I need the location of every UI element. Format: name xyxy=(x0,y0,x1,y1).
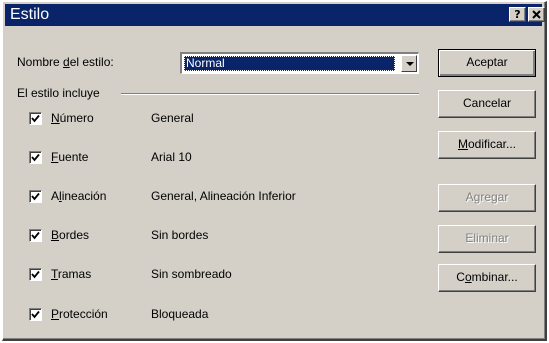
close-icon xyxy=(532,10,541,19)
value-proteccion: Bloqueada xyxy=(151,307,209,321)
close-button[interactable] xyxy=(528,7,545,22)
style-name-label: Nombre del estilo: xyxy=(17,55,114,69)
title-bar: Estilo ? xyxy=(5,4,545,26)
value-tramas: Sin sombreado xyxy=(151,267,232,281)
label-alineacion[interactable]: Alineación xyxy=(51,189,106,203)
label-fuente[interactable]: Fuente xyxy=(51,150,88,164)
value-numero: General xyxy=(151,111,194,125)
value-bordes: Sin bordes xyxy=(151,228,209,242)
checkmark-icon xyxy=(31,192,40,201)
checkmark-icon xyxy=(31,270,40,279)
checkbox-proteccion[interactable] xyxy=(29,308,42,321)
label-proteccion[interactable]: Protección xyxy=(51,307,108,321)
checkmark-icon xyxy=(31,310,40,319)
value-alineacion: General, Alineación Inferior xyxy=(151,189,296,203)
style-name-value[interactable]: Normal xyxy=(184,56,395,71)
checkmark-icon xyxy=(31,114,40,123)
includes-group-label: El estilo incluye xyxy=(17,86,100,100)
label-bordes[interactable]: Bordes xyxy=(51,228,89,242)
group-divider xyxy=(121,93,419,95)
chevron-down-icon[interactable] xyxy=(401,55,417,72)
delete-button[interactable]: Eliminar xyxy=(438,225,536,253)
merge-button[interactable]: Combinar... xyxy=(438,264,536,292)
value-fuente: Arial 10 xyxy=(151,150,192,164)
checkbox-bordes[interactable] xyxy=(29,229,42,242)
label-tramas[interactable]: Tramas xyxy=(51,267,91,281)
help-button[interactable]: ? xyxy=(509,7,526,22)
style-dialog: Estilo ? Nombre del estilo: Normal El es… xyxy=(2,1,547,341)
checkbox-alineacion[interactable] xyxy=(29,190,42,203)
style-name-combobox[interactable]: Normal xyxy=(180,52,419,74)
checkbox-numero[interactable] xyxy=(29,112,42,125)
checkbox-tramas[interactable] xyxy=(29,268,42,281)
checkmark-icon xyxy=(31,153,40,162)
accept-button[interactable]: Aceptar xyxy=(438,49,536,77)
add-button[interactable]: Agregar xyxy=(438,184,536,212)
modify-button[interactable]: Modificar... xyxy=(438,131,536,159)
dialog-title: Estilo xyxy=(10,6,50,23)
checkbox-fuente[interactable] xyxy=(29,151,42,164)
checkmark-icon xyxy=(31,231,40,240)
cancel-button[interactable]: Cancelar xyxy=(438,90,536,118)
label-numero[interactable]: Número xyxy=(51,111,94,125)
